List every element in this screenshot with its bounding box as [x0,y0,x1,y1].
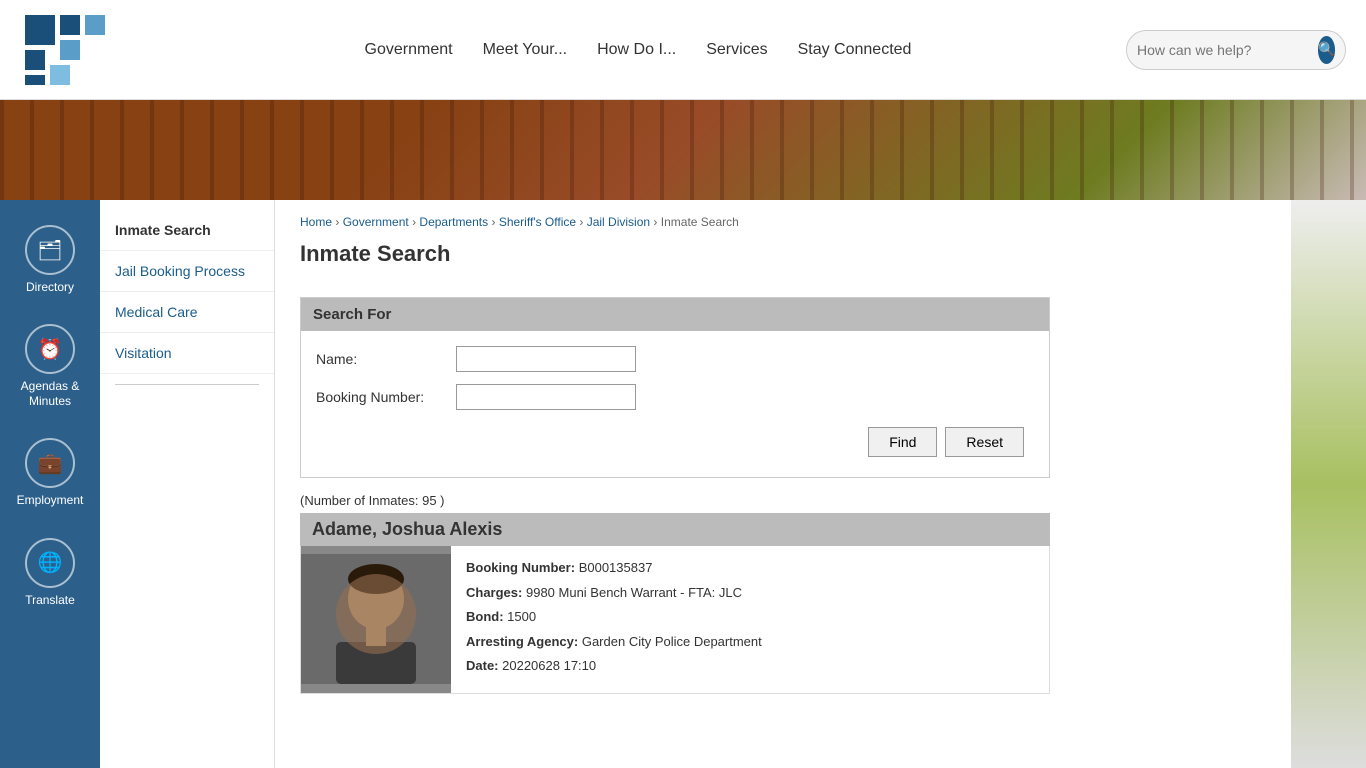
arresting-line: Arresting Agency: Garden City Police Dep… [466,632,1034,652]
sub-nav-visitation[interactable]: Visitation [100,333,274,374]
sub-nav-medical-care[interactable]: Medical Care [100,292,274,333]
person-silhouette [301,554,451,684]
search-form-body: Name: Booking Number: Find Reset [301,331,1049,477]
inmate-info: Booking Number: B000135837 Charges: 9980… [451,546,1049,693]
booking-input[interactable] [456,384,636,410]
search-form-box: Search For Name: Booking Number: Find Re… [300,297,1050,478]
page-title: Inmate Search [300,241,1266,277]
header-search-input[interactable] [1137,42,1318,58]
date-value: 20220628 17:10 [502,658,596,673]
sidebar-item-directory[interactable]: 🗂 Directory [0,210,100,309]
sidebar-label-employment: Employment [17,493,84,507]
charges-label: Charges: [466,585,522,600]
nav-how-do-i[interactable]: How Do I... [597,41,676,59]
inmate-detail: Booking Number: B000135837 Charges: 9980… [300,546,1050,694]
breadcrumb-government[interactable]: Government [343,215,409,229]
sidebar-label-translate: Translate [25,593,75,607]
main-nav: Government Meet Your... How Do I... Serv… [150,41,1126,59]
charges-line: Charges: 9980 Muni Bench Warrant - FTA: … [466,583,1034,603]
directory-icon: 🗂 [25,225,75,275]
bond-label: Bond: [466,609,504,624]
logo-area [20,10,110,90]
breadcrumb-jail-division[interactable]: Jail Division [587,215,650,229]
booking-number-value: B000135837 [579,560,653,575]
nav-services[interactable]: Services [706,41,767,59]
bond-value: 1500 [507,609,536,624]
search-form-header: Search For [301,298,1049,331]
sub-nav-divider [115,384,259,385]
photo-placeholder [301,554,451,684]
breadcrumb-current: Inmate Search [661,215,739,229]
name-row: Name: [316,346,1034,372]
arresting-value: Garden City Police Department [582,634,762,649]
nav-stay-connected[interactable]: Stay Connected [798,41,912,59]
breadcrumb-home[interactable]: Home [300,215,332,229]
nav-meet-your[interactable]: Meet Your... [483,41,568,59]
breadcrumb: Home › Government › Departments › Sherif… [300,215,1266,229]
logo-icon [20,10,110,90]
inmate-name-header: Adame, Joshua Alexis [300,513,1050,546]
header-search-button[interactable]: 🔍 [1318,36,1335,64]
right-decorative [1291,200,1366,768]
inmate-photo [301,546,451,693]
header-search-box: 🔍 [1126,30,1346,70]
form-buttons: Find Reset [694,422,1034,462]
sub-sidebar: Inmate Search Jail Booking Process Medic… [100,200,275,768]
bond-line: Bond: 1500 [466,607,1034,627]
content-area: Home › Government › Departments › Sherif… [275,200,1291,768]
date-label: Date: [466,658,499,673]
name-input[interactable] [456,346,636,372]
translate-icon: 🌐 [25,538,75,588]
breadcrumb-departments[interactable]: Departments [419,215,488,229]
employment-icon: 💼 [25,438,75,488]
nav-government[interactable]: Government [365,41,453,59]
booking-label: Booking Number: [316,389,456,405]
sub-nav-inmate-search[interactable]: Inmate Search [100,210,274,251]
sidebar-left: 🗂 Directory ⏰ Agendas &Minutes 💼 Employm… [0,200,100,768]
sidebar-label-agendas: Agendas &Minutes [21,379,80,408]
sidebar-item-translate[interactable]: 🌐 Translate [0,523,100,622]
reset-button[interactable]: Reset [945,427,1024,457]
arresting-label: Arresting Agency: [466,634,578,649]
booking-row: Booking Number: [316,384,1034,410]
find-button[interactable]: Find [868,427,937,457]
charges-value: 9980 Muni Bench Warrant - FTA: JLC [526,585,742,600]
agendas-icon: ⏰ [25,324,75,374]
sidebar-label-directory: Directory [26,280,74,294]
breadcrumb-sheriffs-office[interactable]: Sheriff's Office [499,215,576,229]
sidebar-item-agendas[interactable]: ⏰ Agendas &Minutes [0,309,100,423]
main-container: 🗂 Directory ⏰ Agendas &Minutes 💼 Employm… [0,200,1366,768]
date-line: Date: 20220628 17:10 [466,656,1034,676]
hero-image [0,100,1366,200]
name-label: Name: [316,351,456,367]
sidebar-item-employment[interactable]: 💼 Employment [0,423,100,522]
inmate-count: (Number of Inmates: 95 ) [300,493,1266,508]
sub-nav-jail-booking[interactable]: Jail Booking Process [100,251,274,292]
booking-number-label: Booking Number: [466,560,575,575]
booking-number-line: Booking Number: B000135837 [466,558,1034,578]
header: Government Meet Your... How Do I... Serv… [0,0,1366,100]
